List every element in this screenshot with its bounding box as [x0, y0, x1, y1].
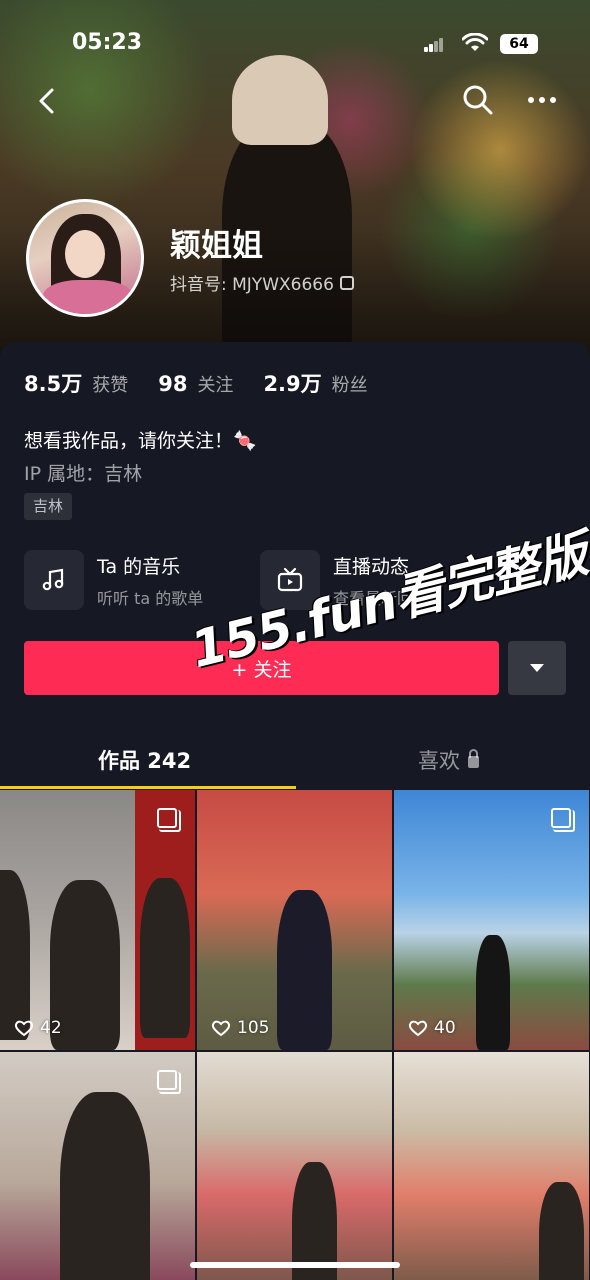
stat-following[interactable]: 98 关注 [158, 371, 233, 397]
stat-likes[interactable]: 8.5万 获赞 [24, 368, 128, 398]
video-thumbnail[interactable] [394, 1052, 589, 1280]
feature-title: Ta 的音乐 [97, 555, 181, 578]
more-options-icon[interactable] [524, 86, 560, 114]
heart-icon [211, 1020, 231, 1037]
stat-number: 98 [158, 372, 188, 396]
banner-hat [232, 55, 328, 145]
stat-label: 获赞 [92, 375, 129, 396]
stat-number: 8.5万 [24, 372, 83, 396]
heart-icon [408, 1020, 428, 1037]
video-thumbnail[interactable]: 105 [197, 790, 392, 1050]
ip-location: IP 属地：吉林 [24, 463, 143, 485]
feature-subtitle: 听听 ta 的歌单 [97, 588, 204, 608]
status-time: 05:23 [72, 30, 143, 55]
video-thumbnail[interactable]: 42 [0, 790, 195, 1050]
profile-name: 颖姐姐 [170, 228, 263, 264]
tab-likes[interactable]: 喜欢 [418, 745, 479, 775]
tab-likes-label: 喜欢 [418, 749, 460, 773]
stat-label: 关注 [197, 375, 234, 396]
video-thumbnail[interactable] [0, 1052, 195, 1280]
lock-icon [468, 749, 479, 768]
stat-number: 2.9万 [263, 372, 322, 396]
signal-icon [424, 36, 444, 52]
caret-down-icon [530, 664, 544, 672]
stat-label: 粉丝 [331, 375, 368, 396]
tab-works[interactable]: 作品 242 [98, 745, 191, 775]
multi-image-icon [551, 808, 575, 832]
like-count: 105 [211, 1018, 269, 1038]
douyin-id-text: 抖音号: MJYWX6666 [170, 275, 334, 295]
like-count: 42 [14, 1018, 62, 1038]
douyin-id: 抖音号: MJYWX6666 [170, 270, 354, 295]
follow-options-button[interactable] [508, 641, 566, 695]
like-count-text: 42 [40, 1018, 62, 1038]
like-count-text: 40 [434, 1018, 456, 1038]
feature-music[interactable]: Ta 的音乐 听听 ta 的歌单 [24, 550, 203, 610]
heart-icon [14, 1020, 34, 1037]
stats-row: 8.5万 获赞 98 关注 2.9万 粉丝 [24, 368, 368, 398]
video-grid: 42 105 40 [0, 790, 590, 1280]
search-icon[interactable] [460, 82, 496, 118]
stat-followers[interactable]: 2.9万 粉丝 [263, 368, 367, 398]
video-thumbnail[interactable] [197, 1052, 392, 1280]
like-count-text: 105 [237, 1018, 270, 1038]
music-note-icon [24, 550, 84, 610]
multi-image-icon [157, 808, 181, 832]
home-indicator [190, 1262, 400, 1268]
wifi-icon [462, 33, 488, 51]
location-tag[interactable]: 吉林 [24, 493, 73, 520]
like-count: 40 [408, 1018, 456, 1038]
back-arrow-icon[interactable] [30, 84, 64, 118]
battery-icon: 64 [500, 34, 538, 54]
avatar[interactable] [26, 199, 144, 317]
bio-text: 想看我作品，请你关注！🍬 [24, 430, 257, 452]
multi-image-icon [157, 1070, 181, 1094]
video-thumbnail[interactable]: 40 [394, 790, 589, 1050]
tab-underline [0, 786, 296, 789]
copy-icon[interactable] [339, 275, 354, 290]
